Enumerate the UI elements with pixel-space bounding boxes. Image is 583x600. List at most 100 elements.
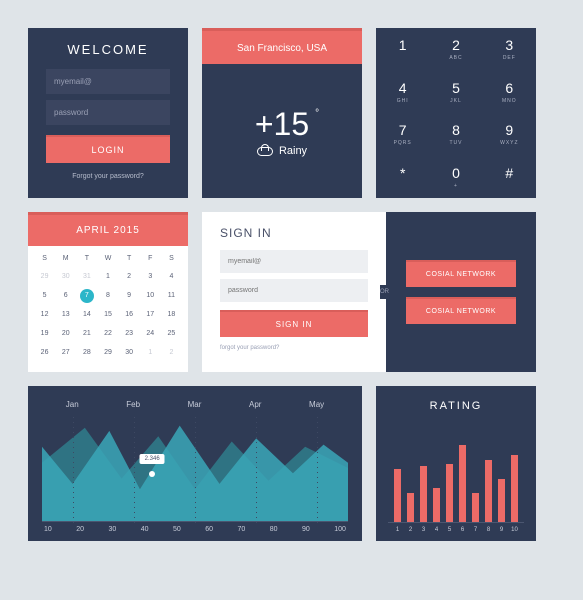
login-button[interactable]: LOGIN (46, 135, 170, 163)
calendar-day[interactable]: 24 (140, 324, 161, 343)
key-9[interactable]: 9WXYZ (483, 113, 536, 156)
calendar-day[interactable]: 26 (34, 343, 55, 362)
calendar-day[interactable]: 30 (119, 343, 140, 362)
rating-x-tick: 10 (511, 527, 518, 533)
calendar-title: APRIL 2015 (28, 212, 188, 246)
social-button-1[interactable]: COSIAL NETWORK (406, 260, 516, 287)
signin-card: SIGN IN SIGN IN forgot your password? OR… (202, 212, 536, 372)
calendar-day[interactable]: 2 (161, 343, 182, 362)
rating-x-tick: 6 (459, 527, 466, 533)
chart-month-label: Mar (188, 400, 202, 409)
calendar-day[interactable]: 6 (55, 286, 76, 305)
calendar-day[interactable]: 28 (76, 343, 97, 362)
rating-x-tick: 5 (446, 527, 453, 533)
key-5[interactable]: 5JKL (429, 71, 482, 114)
calendar-day[interactable]: 1 (97, 267, 118, 286)
email-input[interactable] (46, 69, 170, 94)
chart-dot (149, 471, 155, 477)
signin-forgot-link[interactable]: forgot your password? (220, 345, 368, 351)
calendar-day[interactable]: 16 (119, 305, 140, 324)
rating-bar (498, 479, 505, 522)
rating-x-tick: 3 (420, 527, 427, 533)
weather-condition: Rainy (257, 145, 307, 157)
calendar-day[interactable]: 12 (34, 305, 55, 324)
calendar-day[interactable]: 20 (55, 324, 76, 343)
keypad-card: 12ABC3DEF 4GHI5JKL6MNO 7PQRS8TUV9WXYZ *0+# (376, 28, 536, 198)
chart-gridline (195, 415, 196, 525)
chart-gridline (256, 415, 257, 525)
calendar-dow: W (97, 252, 118, 267)
calendar-day[interactable]: 10 (140, 286, 161, 305)
chart-x-tick: 20 (76, 526, 84, 533)
calendar-day[interactable]: 5 (34, 286, 55, 305)
signin-email-input[interactable] (220, 250, 368, 273)
cloud-rain-icon (257, 146, 273, 156)
rating-bar (407, 493, 414, 522)
chart-month-label: May (309, 400, 324, 409)
calendar-dow: S (161, 252, 182, 267)
calendar-day[interactable]: 21 (76, 324, 97, 343)
calendar-day[interactable]: 30 (55, 267, 76, 286)
chart-month-label: Apr (249, 400, 261, 409)
signin-password-input[interactable] (220, 279, 368, 302)
calendar-day[interactable]: 15 (97, 305, 118, 324)
calendar-dow: F (140, 252, 161, 267)
rating-x-tick: 9 (498, 527, 505, 533)
calendar-day[interactable]: 9 (119, 286, 140, 305)
calendar-day[interactable]: 17 (140, 305, 161, 324)
calendar-day[interactable]: 2 (119, 267, 140, 286)
rating-bar (420, 466, 427, 522)
rating-bar (394, 469, 401, 522)
key-4[interactable]: 4GHI (376, 71, 429, 114)
chart-tooltip: 2.346 (140, 454, 165, 464)
rating-bar (459, 445, 466, 522)
area-chart-card: JanFebMarAprMay 2.346 102030405060708090… (28, 386, 362, 541)
signin-button[interactable]: SIGN IN (220, 310, 368, 337)
password-input[interactable] (46, 100, 170, 125)
rating-bar (446, 464, 453, 522)
calendar-day[interactable]: 31 (76, 267, 97, 286)
key-7[interactable]: 7PQRS (376, 113, 429, 156)
chart-x-tick: 70 (238, 526, 246, 533)
key-6[interactable]: 6MNO (483, 71, 536, 114)
rating-chart-card: RATING 12345678910 (376, 386, 536, 541)
calendar-day[interactable]: 13 (55, 305, 76, 324)
key-8[interactable]: 8TUV (429, 113, 482, 156)
calendar-day[interactable]: 8 (97, 286, 118, 305)
rating-x-tick: 4 (433, 527, 440, 533)
calendar-day[interactable]: 23 (119, 324, 140, 343)
calendar-day[interactable]: 29 (97, 343, 118, 362)
calendar-day[interactable]: 19 (34, 324, 55, 343)
calendar-day[interactable]: 25 (161, 324, 182, 343)
calendar-day[interactable]: 7 (76, 286, 97, 305)
calendar-day[interactable]: 4 (161, 267, 182, 286)
key-*[interactable]: * (376, 156, 429, 199)
key-0[interactable]: 0+ (429, 156, 482, 199)
calendar-day[interactable]: 14 (76, 305, 97, 324)
key-1[interactable]: 1 (376, 28, 429, 71)
calendar-day[interactable]: 11 (161, 286, 182, 305)
forgot-password-link[interactable]: Forgot your password? (72, 173, 144, 180)
chart-x-tick: 40 (141, 526, 149, 533)
chart-x-tick: 80 (270, 526, 278, 533)
calendar-dow: T (76, 252, 97, 267)
chart-month-label: Feb (126, 400, 140, 409)
social-button-2[interactable]: COSIAL NETWORK (406, 297, 516, 324)
signin-title: SIGN IN (220, 226, 368, 240)
key-3[interactable]: 3DEF (483, 28, 536, 71)
key-2[interactable]: 2ABC (429, 28, 482, 71)
chart-x-tick: 50 (173, 526, 181, 533)
calendar-dow: T (119, 252, 140, 267)
calendar-day[interactable]: 1 (140, 343, 161, 362)
calendar-day[interactable]: 29 (34, 267, 55, 286)
login-title: WELCOME (67, 42, 148, 57)
key-#[interactable]: # (483, 156, 536, 199)
chart-gridline (134, 415, 135, 525)
calendar-day[interactable]: 27 (55, 343, 76, 362)
calendar-day[interactable]: 18 (161, 305, 182, 324)
calendar-day[interactable]: 22 (97, 324, 118, 343)
login-card: WELCOME LOGIN Forgot your password? (28, 28, 188, 198)
rating-x-tick: 2 (407, 527, 414, 533)
calendar-day[interactable]: 3 (140, 267, 161, 286)
calendar-dow: M (55, 252, 76, 267)
